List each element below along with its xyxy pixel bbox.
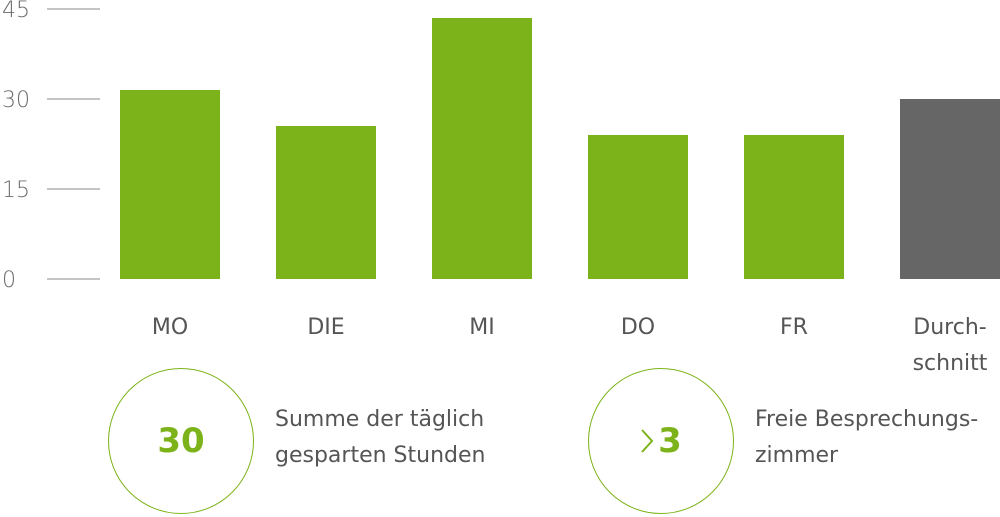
stat-value-wrapper: 3 (640, 421, 682, 461)
y-tick-label: 30 (2, 88, 30, 113)
stat-circle: 3 (588, 368, 734, 514)
stat-label: Summe der täglich gesparten Stunden (275, 402, 535, 474)
x-category-label: MI (469, 315, 494, 340)
stat-value: 3 (658, 421, 682, 461)
stat-free-rooms: 3 Freie Besprechungs- zimmer (588, 368, 1000, 516)
greater-than-icon (641, 429, 654, 453)
x-category-label: DIE (307, 315, 344, 340)
stat-label-line: zimmer (755, 443, 839, 468)
y-tick-label: 45 (2, 0, 30, 23)
stat-value: 30 (157, 421, 205, 461)
bar (276, 126, 376, 279)
x-category-label: MO (152, 315, 188, 340)
stat-circle: 30 (108, 368, 254, 514)
y-tick-label: 0 (2, 268, 16, 293)
bar (900, 99, 1000, 279)
bar (744, 135, 844, 279)
bar-chart: 0 15 30 45 MO DIE MI DO FR Durch-schnitt (2, 0, 1000, 376)
y-tick-label: 15 (2, 178, 30, 203)
x-category-label: FR (780, 315, 808, 340)
bar (120, 90, 220, 279)
stat-label: Freie Besprechungs- zimmer (755, 402, 1000, 474)
stat-total-hours: 30 Summe der täglich gesparten Stunden (108, 368, 528, 516)
bar (432, 18, 532, 279)
stat-label-line: Freie Besprechungs- (755, 407, 979, 432)
stat-label-line: gesparten Stunden (275, 443, 486, 468)
stat-label-line: Summe der täglich (275, 407, 485, 432)
bar (588, 135, 688, 279)
x-category-label: DO (621, 315, 655, 340)
x-category-label: Durch-schnitt (913, 315, 988, 376)
